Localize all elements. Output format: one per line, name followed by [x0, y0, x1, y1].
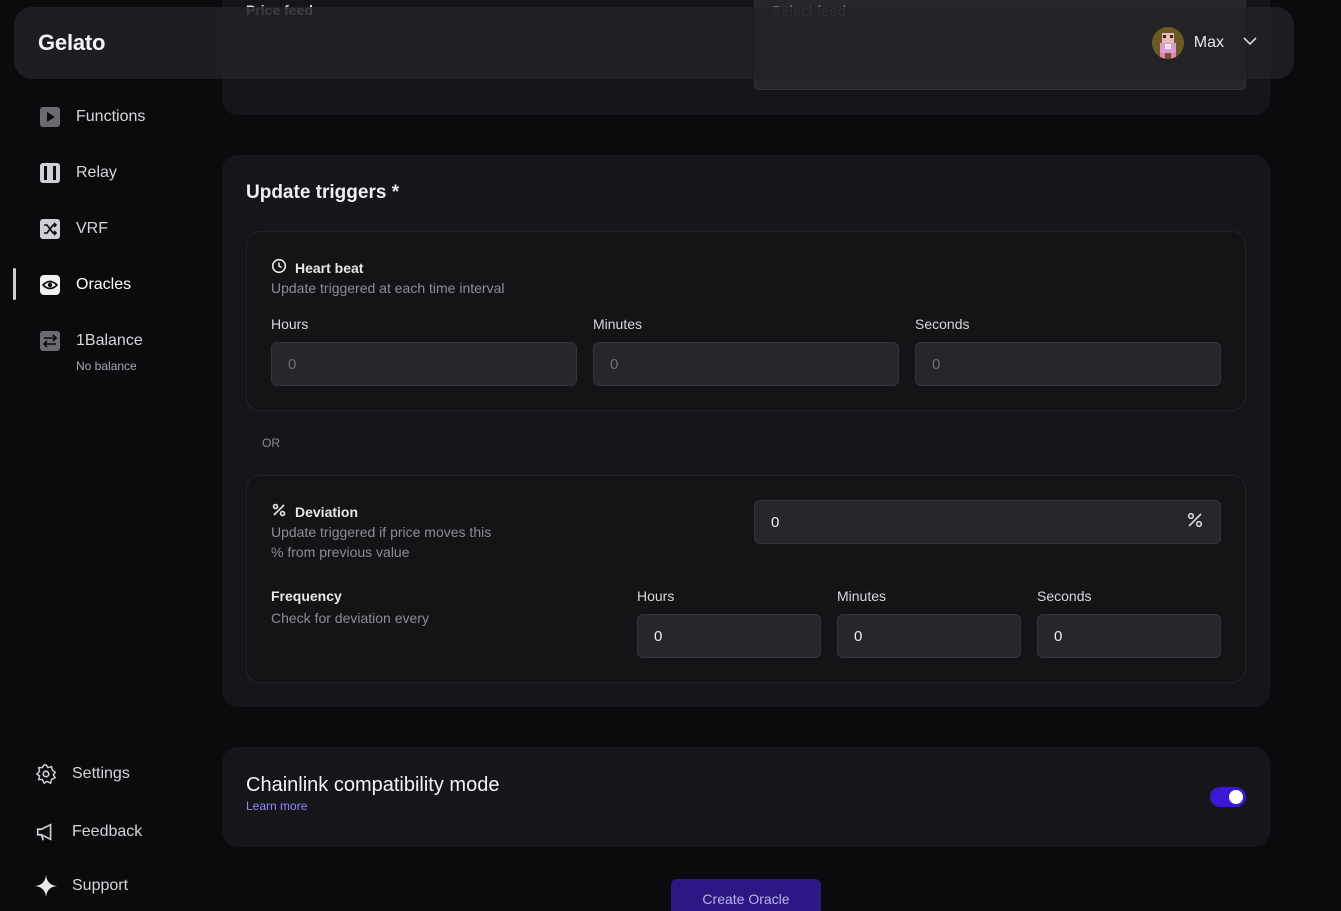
deviation-title-text: Deviation	[295, 503, 359, 520]
clock-icon	[271, 258, 287, 277]
heartbeat-title-text: Heart beat	[295, 259, 364, 276]
learn-more-link[interactable]: Learn more	[246, 799, 307, 813]
relay-icon	[38, 161, 62, 185]
heartbeat-minutes-input[interactable]: 0	[593, 342, 899, 386]
sidebar-item-vrf[interactable]: VRF	[38, 217, 108, 241]
create-oracle-button[interactable]: Create Oracle	[671, 879, 821, 911]
sidebar-item-settings[interactable]: Settings	[34, 762, 130, 786]
sidebar-item-label: Functions	[76, 108, 146, 125]
sidebar-item-1balance[interactable]: 1Balance	[38, 329, 143, 353]
frequency-seconds-input[interactable]: 0	[1037, 614, 1221, 658]
chainlink-title: Chainlink compatibility mode	[246, 774, 500, 796]
sidebar-item-support[interactable]: Support	[34, 874, 128, 898]
heartbeat-seconds-label: Seconds	[915, 316, 970, 332]
frequency-seconds-label: Seconds	[1037, 588, 1092, 604]
frequency-description: Check for deviation every	[271, 610, 429, 626]
sidebar-item-relay[interactable]: Relay	[38, 161, 117, 185]
active-indicator	[13, 268, 16, 300]
top-header: Gelato Max	[14, 7, 1294, 79]
user-menu[interactable]: Max	[1151, 27, 1258, 59]
heartbeat-hours-label: Hours	[271, 316, 309, 332]
deviation-description-line1: Update triggered if price moves this	[271, 524, 492, 540]
chainlink-card	[222, 747, 1270, 847]
or-separator: OR	[262, 436, 280, 450]
frequency-hours-input[interactable]: 0	[637, 614, 821, 658]
chainlink-toggle[interactable]	[1210, 787, 1246, 807]
deviation-percent-input[interactable]: 0	[754, 500, 1221, 544]
user-name: Max	[1193, 34, 1224, 51]
balance-status: No balance	[76, 359, 137, 373]
frequency-hours-value: 0	[654, 627, 663, 645]
shuffle-icon	[38, 217, 62, 241]
frequency-hours-label: Hours	[637, 588, 675, 604]
frequency-minutes-value: 0	[854, 627, 863, 645]
sidebar-item-label: Settings	[72, 765, 130, 782]
heartbeat-seconds-placeholder: 0	[932, 355, 941, 373]
deviation-title: Deviation	[271, 502, 358, 521]
sidebar-item-label: Oracles	[76, 276, 132, 293]
heartbeat-minutes-placeholder: 0	[610, 355, 619, 373]
frequency-minutes-input[interactable]: 0	[837, 614, 1021, 658]
deviation-value: 0	[771, 513, 780, 531]
sidebar-item-label: VRF	[76, 220, 108, 237]
heartbeat-hours-placeholder: 0	[288, 355, 297, 373]
toggle-knob	[1229, 790, 1243, 804]
percent-icon	[271, 502, 287, 521]
page: Price feed Select feed Gelato Max	[0, 0, 1341, 911]
sidebar-item-label: Support	[72, 877, 129, 894]
avatar	[1151, 27, 1184, 59]
sidebar-item-functions[interactable]: Functions	[38, 105, 145, 129]
sidebar-item-feedback[interactable]: Feedback	[34, 820, 142, 844]
heartbeat-minutes-label: Minutes	[593, 316, 643, 332]
update-triggers-title: Update triggers *	[246, 182, 400, 203]
gelato-logo[interactable]: Gelato	[38, 30, 105, 56]
play-icon	[38, 105, 62, 129]
chevron-down-icon	[1242, 33, 1258, 54]
eye-icon	[38, 273, 62, 297]
percent-suffix-icon	[1186, 511, 1204, 533]
gear-icon	[34, 762, 58, 786]
sidebar-item-label: Feedback	[72, 823, 143, 840]
frequency-seconds-value: 0	[1054, 627, 1063, 645]
heartbeat-seconds-input[interactable]: 0	[915, 342, 1221, 386]
transfer-icon	[38, 329, 62, 353]
frequency-title: Frequency	[271, 588, 342, 604]
sidebar-item-oracles[interactable]: Oracles	[38, 273, 131, 297]
deviation-description-line2: % from previous value	[271, 544, 410, 560]
frequency-minutes-label: Minutes	[837, 588, 887, 604]
megaphone-icon	[34, 820, 58, 844]
heartbeat-title: Heart beat	[271, 258, 363, 277]
heartbeat-description: Update triggered at each time interval	[271, 280, 505, 296]
heartbeat-hours-input[interactable]: 0	[271, 342, 577, 386]
sparkle-icon	[34, 874, 58, 898]
sidebar-item-label: Relay	[76, 164, 117, 181]
sidebar-item-label: 1Balance	[76, 332, 143, 349]
